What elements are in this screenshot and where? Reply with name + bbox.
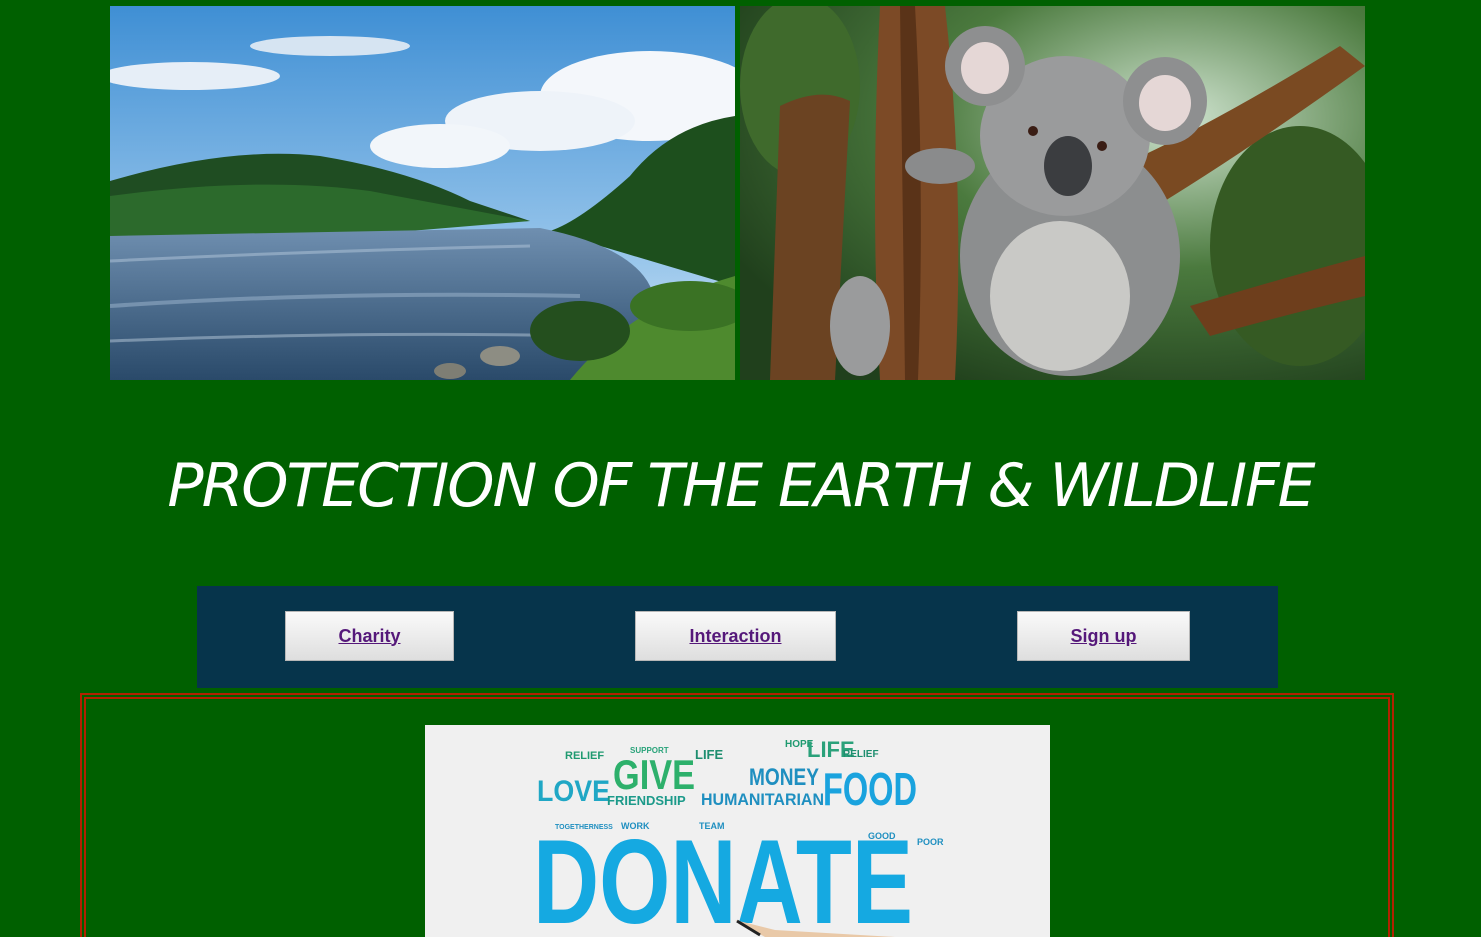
word-relief: RELIEF [565, 750, 604, 762]
page-title: PROTECTION OF THE EARTH & WILDLIFE [167, 451, 1315, 521]
word-life-top: LIFE [695, 747, 723, 762]
sign-up-link[interactable]: Sign up [1071, 626, 1137, 647]
charity-button[interactable]: Charity [285, 611, 454, 661]
word-good: GOOD [868, 831, 896, 841]
word-poor: POOR [917, 837, 944, 847]
word-team: TEAM [699, 821, 725, 831]
word-work: WORK [621, 821, 650, 831]
word-relief-right: RELIEF [843, 749, 879, 760]
word-donate: DONATE [533, 815, 913, 937]
river-landscape-image [110, 6, 735, 380]
main-navigation: Charity Interaction Sign up [197, 586, 1278, 688]
koala-image [740, 6, 1365, 380]
charity-link[interactable]: Charity [338, 626, 400, 647]
word-togetherness: TOGETHERNESS [555, 824, 613, 831]
word-money: MONEY [749, 764, 819, 791]
word-food: FOOD [823, 763, 917, 815]
interaction-link[interactable]: Interaction [689, 626, 781, 647]
word-give: GIVE [613, 751, 695, 798]
word-friendship: FRIENDSHIP [607, 793, 686, 808]
interaction-button[interactable]: Interaction [635, 611, 836, 661]
donate-word-cloud-image: SUPPORT RELIEF GIVE LIFE LOVE HOPE LIFE … [425, 725, 1050, 937]
word-humanitarian: HUMANITARIAN [701, 790, 824, 809]
page: PROTECTION OF THE EARTH & WILDLIFE Chari… [0, 0, 1481, 937]
word-love: LOVE [537, 775, 610, 808]
sign-up-button[interactable]: Sign up [1017, 611, 1190, 661]
